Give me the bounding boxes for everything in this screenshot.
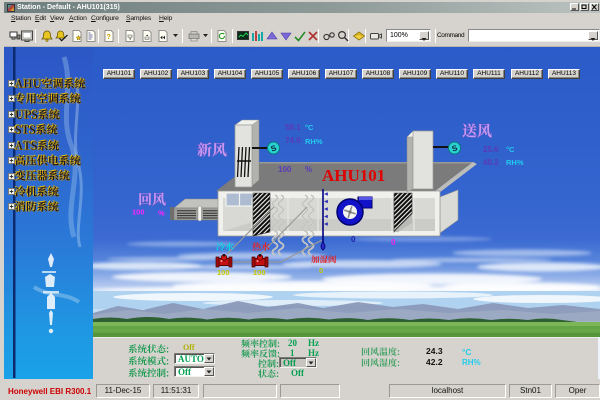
svg-text:RH%: RH% (506, 158, 524, 167)
svg-text:?: ? (107, 34, 111, 41)
svg-text:58.1: 58.1 (285, 123, 301, 132)
svg-text:RH%: RH% (305, 137, 323, 146)
svg-text:100: 100 (253, 268, 266, 277)
svg-text:%: % (305, 165, 312, 174)
svg-text:100: 100 (278, 165, 292, 174)
svg-text:100: 100 (217, 268, 230, 277)
svg-text:%: % (158, 209, 165, 218)
svg-text:25.6: 25.6 (483, 145, 499, 154)
svg-text:40.2: 40.2 (483, 158, 499, 167)
svg-text:100: 100 (132, 208, 145, 217)
svg-text:0: 0 (319, 266, 323, 275)
svg-text:°C: °C (506, 145, 515, 154)
svg-text:AHU101: AHU101 (322, 166, 385, 185)
svg-text:74.6: 74.6 (285, 136, 301, 145)
svg-text:0: 0 (351, 235, 356, 244)
svg-text:0: 0 (391, 238, 396, 247)
svg-text:°C: °C (305, 123, 314, 132)
